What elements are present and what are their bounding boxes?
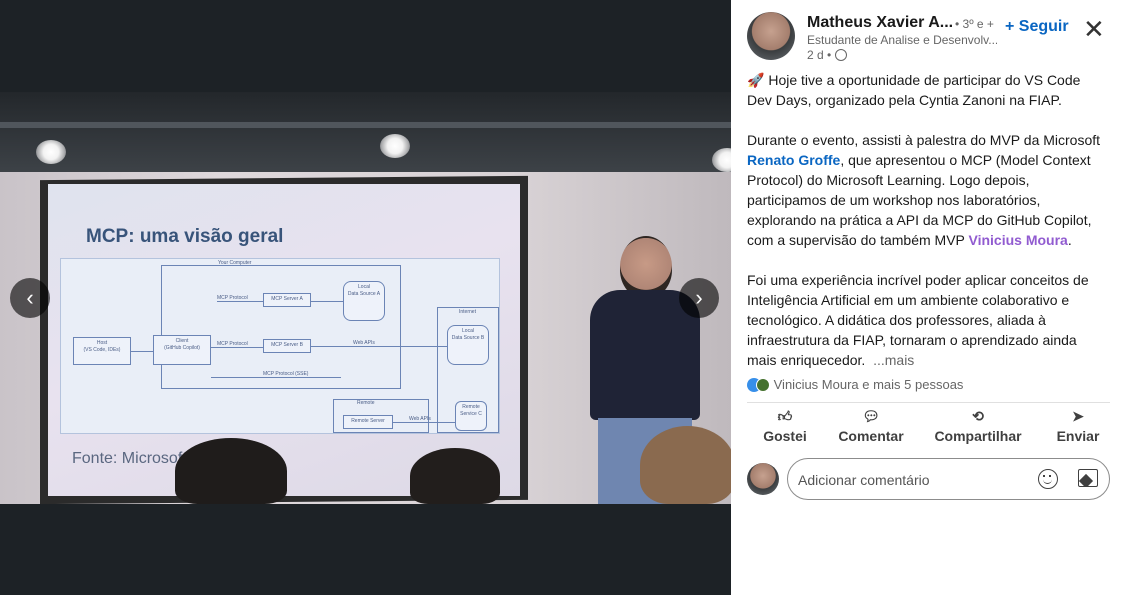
share-button[interactable]: ⟲ Compartilhar (923, 408, 1033, 444)
slide-title: MCP: uma visão geral (86, 226, 284, 247)
author-headline: Estudante de Analise e Desenvolv... (807, 33, 997, 47)
audience-head (175, 438, 287, 504)
diagram-connector (131, 351, 153, 352)
diagram-local-b: Local Data Source B (447, 325, 489, 365)
diagram-connector (211, 347, 263, 348)
post-text: . (1067, 232, 1072, 248)
spotlight (380, 134, 410, 158)
slide-diagram: Your Computer Internet Remote Host (VS C… (60, 258, 500, 434)
close-icon[interactable]: ✕ (1083, 16, 1105, 42)
post-paragraph: Durante o evento, assisti à palestra do … (747, 130, 1107, 250)
next-image-button[interactable]: › (679, 278, 719, 318)
diagram-server-a: MCP Server A (263, 293, 311, 307)
send-button[interactable]: ➤ Enviar (1045, 408, 1111, 444)
post-text: Foi uma experiência incrível poder aplic… (747, 272, 1089, 368)
diagram-connector (217, 301, 263, 302)
comment-input[interactable] (798, 469, 1018, 491)
audience-head (410, 448, 500, 504)
like-button[interactable]: 👍︎ Gostei (747, 408, 823, 444)
diagram-connector (311, 301, 343, 302)
mention-renato-groffe[interactable]: Renato Groffe (747, 152, 840, 168)
diagram-remote-server: Remote Server (343, 415, 393, 429)
connection-degree: • 3º e + (955, 17, 994, 31)
diagram-connector (211, 377, 341, 378)
slide-source: Fonte: Microsoft (72, 450, 187, 467)
diagram-label: Internet (459, 309, 476, 315)
image-icon[interactable] (1078, 469, 1098, 487)
like-label: Gostei (763, 428, 807, 444)
comment-button[interactable]: 💬︎ Comentar (823, 408, 919, 444)
comment-box[interactable] (787, 458, 1110, 500)
diagram-label: Remote (357, 400, 375, 406)
diagram-local-a: Local Data Source A (343, 281, 385, 321)
spotlight (36, 140, 66, 164)
comment-label: Comentar (838, 428, 904, 444)
post-text: Hoje tive a oportunidade de participar d… (747, 72, 1081, 108)
viewer-avatar (747, 463, 779, 495)
diagram-remote-service: Remote Service C (455, 401, 487, 431)
author-avatar[interactable] (747, 12, 795, 60)
photo-ceiling (0, 92, 731, 172)
diagram-label: Web APIs (409, 416, 431, 422)
diagram-label: MCP Protocol (217, 341, 248, 347)
photo-beam (0, 122, 731, 128)
reactions-summary[interactable]: Vinicius Moura e mais 5 pessoas (747, 377, 963, 392)
rocket-icon: 🚀 (747, 72, 765, 88)
diagram-connector (311, 346, 447, 347)
post-body: 🚀 Hoje tive a oportunidade de participar… (747, 70, 1107, 390)
send-icon: ➤ (1072, 408, 1084, 424)
diagram-host: Host (VS Code, IDEs) (73, 337, 131, 365)
comment-icon: 💬︎ (862, 408, 880, 424)
media-viewer: MCP: uma visão geral Your Computer Inter… (0, 0, 731, 595)
post-time: 2 d • (807, 48, 832, 62)
diagram-connector (393, 422, 455, 423)
diagram-label: Your Computer (218, 260, 252, 266)
diagram-label: MCP Protocol (217, 295, 248, 301)
mention-vinicius-moura[interactable]: Vinicius Moura (969, 232, 1068, 248)
celebrate-reaction-icon (756, 378, 770, 392)
previous-image-button[interactable]: ‹ (10, 278, 50, 318)
globe-icon (835, 49, 848, 61)
speaker-head (620, 236, 672, 298)
reactions-text: Vinicius Moura e mais 5 pessoas (773, 377, 964, 392)
post-text: Durante o evento, assisti à palestra do … (747, 132, 1101, 148)
repost-icon: ⟲ (972, 408, 984, 424)
diagram-label: MCP Protocol (SSE) (263, 371, 309, 377)
post-timestamp: 2 d • (807, 48, 848, 62)
social-actions: 👍︎ Gostei 💬︎ Comentar ⟲ Compartilhar ➤ E… (747, 408, 1110, 450)
follow-button[interactable]: + Seguir (1005, 18, 1069, 36)
post-paragraph: Foi uma experiência incrível poder aplic… (747, 270, 1107, 370)
divider (747, 402, 1110, 403)
share-label: Compartilhar (934, 428, 1022, 444)
send-label: Enviar (1056, 428, 1100, 444)
post-header: Matheus Xavier A... • 3º e + Estudante d… (747, 12, 1117, 72)
post-paragraph: 🚀 Hoje tive a oportunidade de participar… (747, 70, 1107, 110)
see-more-link[interactable]: ...mais (873, 352, 914, 368)
author-name[interactable]: Matheus Xavier A... (807, 14, 953, 32)
emoji-icon[interactable] (1038, 469, 1058, 489)
audience-head (640, 426, 731, 504)
diagram-server-b: MCP Server B (263, 339, 311, 353)
post-panel: Matheus Xavier A... • 3º e + Estudante d… (731, 0, 1122, 595)
comment-composer (747, 458, 1110, 500)
diagram-label: Web APIs (353, 340, 375, 346)
diagram-client: Client (GitHub Copilot) (153, 335, 211, 365)
thumbs-up-icon: 👍︎ (777, 408, 793, 424)
